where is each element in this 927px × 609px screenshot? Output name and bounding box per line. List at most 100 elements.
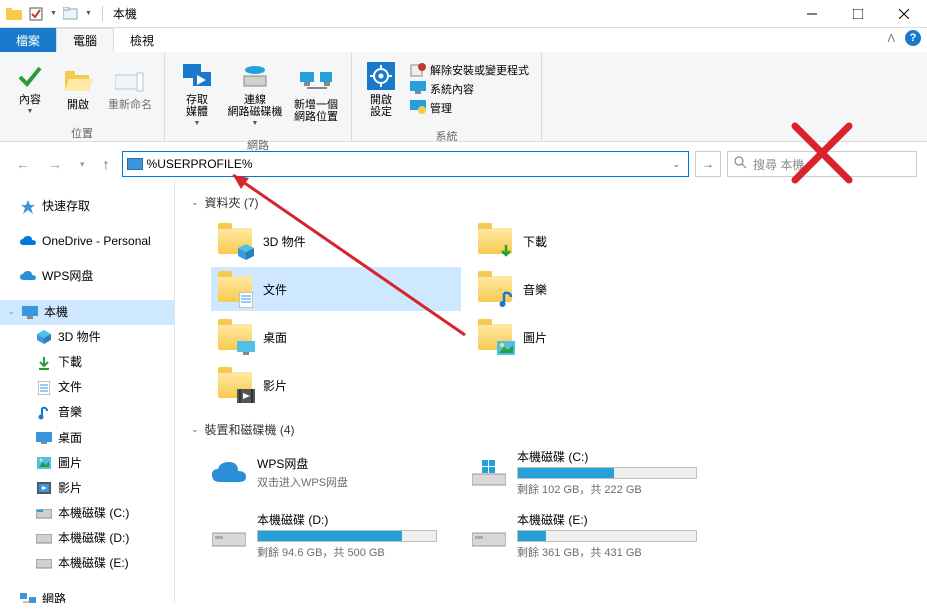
ribbon-group-location: 內容 ▼ 開啟 重新命名 位置 (0, 52, 165, 141)
drive-icon (36, 556, 52, 572)
download-icon (497, 243, 515, 261)
close-button[interactable] (881, 0, 927, 28)
folder-videos[interactable]: 影片 (211, 363, 461, 407)
tab-view[interactable]: 檢視 (114, 28, 170, 52)
sidebar-videos[interactable]: 影片 (0, 476, 174, 501)
ribbon-group-system: 開啟 設定 解除安裝或變更程式 系統內容 管理 系統 (352, 52, 542, 141)
gear-icon (365, 60, 397, 92)
open-button[interactable]: 開啟 (54, 61, 102, 115)
sidebar-desktop[interactable]: 桌面 (0, 426, 174, 451)
folder-documents[interactable]: 文件 (211, 267, 461, 311)
drive-usage-bar (517, 530, 697, 542)
folders-header[interactable]: ⌄ 資料夾 (7) (191, 190, 911, 215)
media-icon (181, 60, 213, 92)
folder-icon (6, 6, 22, 22)
quick-access-toolbar: ▼ ▼ 本機 (0, 5, 143, 22)
rename-icon (114, 65, 146, 97)
drive-d[interactable]: 本機磁碟 (D:) 剩餘 94.6 GB，共 500 GB (211, 511, 461, 560)
back-button[interactable]: ← (10, 156, 36, 172)
search-placeholder: 搜尋 本機 (753, 156, 804, 173)
add-network-location-button[interactable]: 新增一個 網路位置 (287, 61, 345, 127)
document-icon (36, 380, 52, 396)
folder-music[interactable]: 音樂 (471, 267, 721, 311)
monitor-icon (22, 304, 38, 320)
address-dropdown-icon[interactable]: ⌄ (668, 159, 684, 170)
folder-pictures[interactable]: 圖片 (471, 315, 721, 359)
download-icon (36, 355, 52, 371)
folder-downloads[interactable]: 下載 (471, 219, 721, 263)
minimize-button[interactable] (789, 0, 835, 28)
drive-e[interactable]: 本機磁碟 (E:) 剩餘 361 GB，共 431 GB (471, 511, 721, 560)
sidebar-quick-access[interactable]: 快速存取 (0, 194, 174, 219)
cloud-wps-icon (20, 269, 36, 285)
sidebar-wps[interactable]: WPS网盘 (0, 264, 174, 289)
sidebar-downloads[interactable]: 下載 (0, 350, 174, 375)
drive-wps[interactable]: WPS网盘 双击进入WPS网盘 (211, 448, 461, 497)
cube-icon (36, 329, 52, 345)
drive-icon (211, 522, 247, 550)
forward-button[interactable]: → (42, 156, 68, 172)
tab-computer[interactable]: 電腦 (56, 28, 114, 52)
uninstall-icon (410, 62, 426, 78)
chevron-down-icon[interactable]: ⌄ (8, 306, 16, 319)
history-dropdown[interactable]: ▾ (74, 159, 91, 170)
ribbon-tabs: 檔案 電腦 檢視 ᐱ ? (0, 28, 927, 52)
sidebar-onedrive[interactable]: OneDrive - Personal (0, 229, 174, 254)
sidebar-network[interactable]: 網路 (0, 587, 174, 603)
properties-icon[interactable] (28, 6, 44, 22)
system-properties-button[interactable]: 系統內容 (410, 81, 529, 97)
desktop-icon (237, 339, 255, 357)
go-button[interactable]: → (695, 151, 721, 177)
uninstall-programs-button[interactable]: 解除安裝或變更程式 (410, 62, 529, 78)
group-label-system: 系統 (352, 126, 541, 148)
collapse-ribbon-icon[interactable]: ᐱ (887, 32, 895, 45)
sidebar-pictures[interactable]: 圖片 (0, 451, 174, 476)
content-pane[interactable]: ⌄ 資料夾 (7) 3D 物件 下載 文件 音樂 桌面 (175, 180, 927, 603)
ribbon: 內容 ▼ 開啟 重新命名 位置 存取 媒體 ▼ 連線 網路磁碟機 (0, 52, 927, 142)
titlebar: ▼ ▼ 本機 (0, 0, 927, 28)
sidebar-disk-d[interactable]: 本機磁碟 (D:) (0, 526, 174, 551)
sidebar-disk-c[interactable]: 本機磁碟 (C:) (0, 501, 174, 526)
drives-header[interactable]: ⌄ 裝置和磁碟機 (4) (191, 417, 911, 442)
search-box[interactable]: 搜尋 本機 (727, 151, 917, 177)
folder-desktop[interactable]: 桌面 (211, 315, 461, 359)
help-icon[interactable]: ? (905, 30, 921, 46)
sidebar-music[interactable]: 音樂 (0, 400, 174, 425)
music-icon (36, 405, 52, 421)
map-drive-button[interactable]: 連線 網路磁碟機 ▼ (223, 56, 287, 131)
sidebar-3dobjects[interactable]: 3D 物件 (0, 325, 174, 350)
tab-file[interactable]: 檔案 (0, 28, 56, 52)
sidebar-disk-e[interactable]: 本機磁碟 (E:) (0, 551, 174, 576)
drive-usage-bar (517, 467, 697, 479)
chevron-down-icon: ⌄ (191, 197, 199, 208)
sidebar[interactable]: 快速存取 OneDrive - Personal WPS网盘 ⌄ 本機 3D 物… (0, 180, 175, 603)
open-settings-button[interactable]: 開啟 設定 (358, 56, 404, 122)
checkmark-icon (14, 60, 46, 92)
folder-3dobjects[interactable]: 3D 物件 (211, 219, 461, 263)
qat-dropdown2-icon[interactable]: ▼ (85, 10, 92, 17)
drive-c[interactable]: 本機磁碟 (C:) 剩餘 102 GB，共 222 GB (471, 448, 721, 497)
group-label-location: 位置 (0, 123, 164, 145)
folder-open-icon (62, 65, 94, 97)
cube-icon (237, 243, 255, 261)
cloud-wps-icon (211, 459, 247, 487)
new-folder-icon[interactable] (63, 6, 79, 22)
map-drive-icon (239, 60, 271, 92)
manage-icon (410, 100, 426, 116)
manage-button[interactable]: 管理 (410, 100, 529, 116)
main-area: 快速存取 OneDrive - Personal WPS网盘 ⌄ 本機 3D 物… (0, 180, 927, 603)
nav-row: ← → ▾ ↑ ⌄ → 搜尋 本機 (0, 148, 927, 180)
sidebar-thispc[interactable]: ⌄ 本機 (0, 300, 174, 325)
address-bar[interactable]: ⌄ (122, 151, 689, 177)
qat-dropdown-icon[interactable]: ▼ (50, 10, 57, 17)
address-input[interactable] (147, 157, 669, 171)
properties-button[interactable]: 內容 ▼ (6, 56, 54, 119)
drive-os-icon (471, 459, 507, 487)
access-media-button[interactable]: 存取 媒體 ▼ (171, 56, 223, 131)
up-button[interactable]: ↑ (97, 156, 116, 172)
rename-button[interactable]: 重新命名 (102, 61, 158, 115)
star-icon (20, 199, 36, 215)
desktop-icon (36, 430, 52, 446)
sidebar-documents[interactable]: 文件 (0, 375, 174, 400)
maximize-button[interactable] (835, 0, 881, 28)
